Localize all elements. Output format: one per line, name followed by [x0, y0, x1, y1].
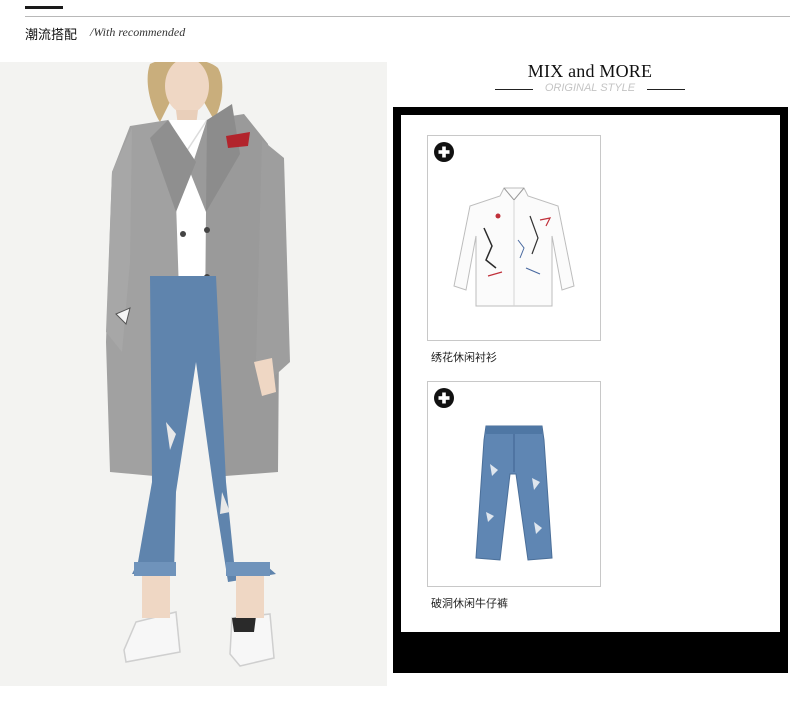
- product-list: 绣花休闲衬衫 破洞休闲牛仔裤: [401, 115, 780, 632]
- product-name-shirt[interactable]: 绣花休闲衬衫: [431, 349, 497, 365]
- model-photo: [0, 62, 387, 686]
- plus-circle-icon[interactable]: [434, 388, 454, 408]
- product-frame: 绣花休闲衬衫 破洞休闲牛仔裤: [393, 107, 788, 673]
- section-title: 潮流搭配: [25, 28, 78, 43]
- section-subtitle: /With recommended: [90, 25, 186, 39]
- product-image-shirt[interactable]: [427, 135, 601, 341]
- shirt-illustration: [428, 136, 600, 340]
- mix-subtitle: ORIGINAL STYLE: [544, 82, 636, 94]
- mix-title: MIX and MORE: [527, 61, 653, 81]
- mix-subtitle-row: ORIGINAL STYLE: [495, 82, 685, 96]
- product-name-jeans[interactable]: 破洞休闲牛仔裤: [431, 595, 508, 611]
- plus-circle-icon[interactable]: [434, 142, 454, 162]
- subtitle-rule-left: [495, 89, 533, 90]
- top-divider: [25, 16, 790, 17]
- model-illustration: [0, 62, 387, 686]
- jeans-illustration: [428, 382, 600, 586]
- product-image-jeans[interactable]: [427, 381, 601, 587]
- top-accent-bar: [25, 6, 63, 9]
- subtitle-rule-right: [647, 89, 685, 90]
